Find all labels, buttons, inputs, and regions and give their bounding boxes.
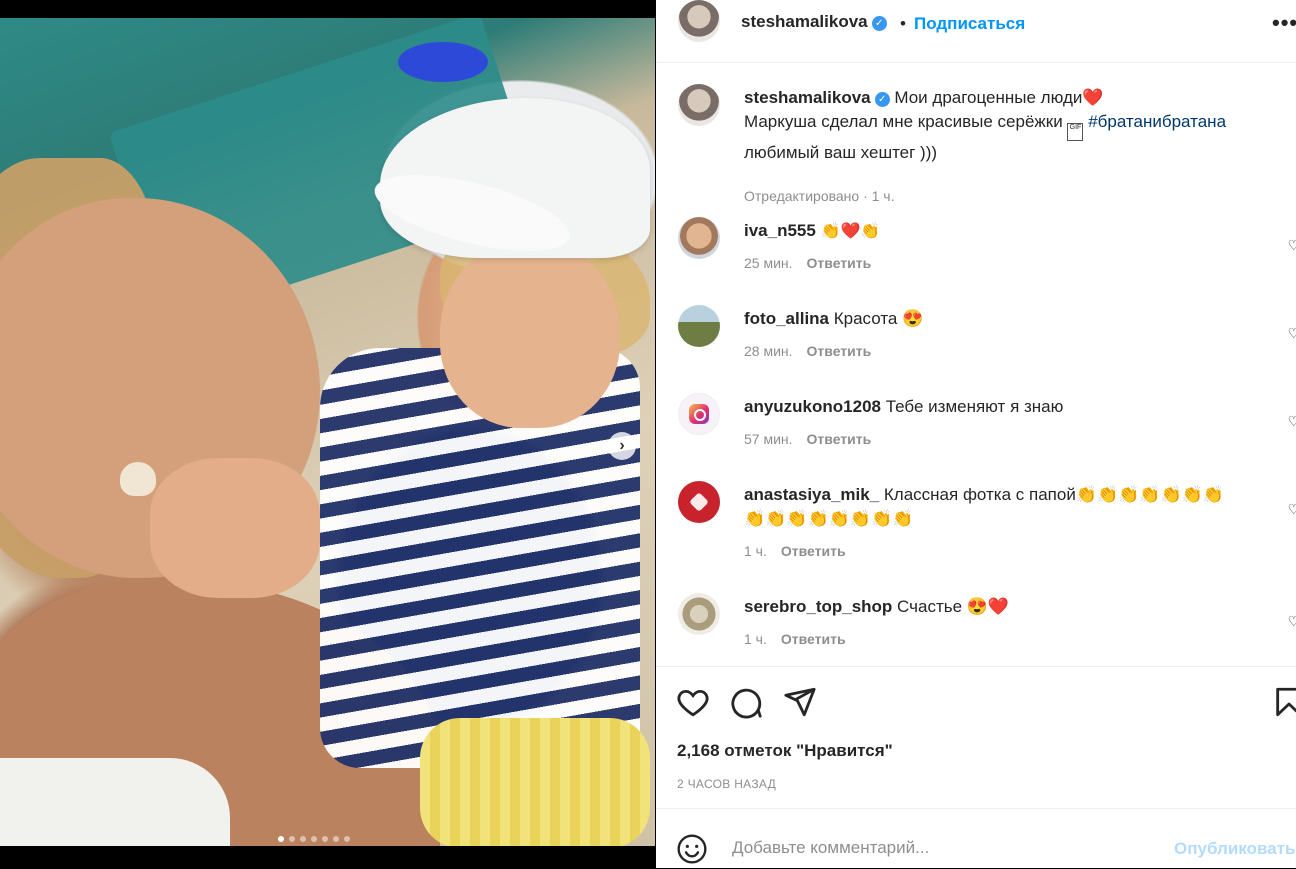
comment-like-heart-icon[interactable]: ♡: [1287, 613, 1296, 630]
follow-button[interactable]: Подписаться: [914, 14, 1025, 34]
comment-text: anastasiya_mik_ Классная фотка с папой👏👏…: [744, 483, 1274, 531]
comment-body: Классная фотка с папой👏👏👏👏👏👏👏: [883, 485, 1224, 504]
photo-detail-bowl: [398, 42, 488, 82]
verified-icon: ✓: [871, 16, 887, 31]
commenter-avatar[interactable]: [678, 217, 720, 259]
comment-username[interactable]: anyuzukono1208: [744, 397, 881, 416]
photo-detail-kid-face: [440, 238, 620, 428]
comment-meta: 57 мин. Ответить: [744, 431, 871, 447]
comment-icon[interactable]: [729, 685, 763, 719]
comment-username[interactable]: iva_n555: [744, 221, 816, 240]
comment-meta: 1 ч. Ответить: [744, 631, 846, 647]
author-avatar[interactable]: [678, 84, 720, 126]
post-side-panel: steshamalikova ✓ • Подписаться ••• stesha…: [656, 0, 1296, 868]
more-icon[interactable]: •••: [1272, 10, 1296, 36]
comment-input[interactable]: [730, 837, 1154, 859]
caption-text: steshamalikova ✓ Мои драгоценные люди❤️ М…: [744, 86, 1274, 165]
comments-list[interactable]: steshamalikova ✓ Мои драгоценные люди❤️ М…: [656, 63, 1296, 665]
comment-meta: 28 мин. Ответить: [744, 343, 871, 359]
caption-line-2: Маркуша сделал мне красивые серёжки: [744, 112, 1063, 131]
comment-time: 28 мин.: [744, 343, 793, 359]
comment-like-heart-icon[interactable]: ♡: [1287, 325, 1296, 342]
carousel-dot: [278, 836, 284, 842]
comment-text: anyuzukono1208 Тебе изменяют я знаю: [744, 395, 1274, 419]
photo-detail-swimsuit: [0, 758, 230, 846]
comment-like-heart-icon[interactable]: ♡: [1287, 413, 1296, 430]
heart-icon[interactable]: [676, 685, 710, 719]
reply-button[interactable]: Ответить: [781, 631, 846, 647]
publish-button[interactable]: Опубликовать: [1174, 839, 1295, 859]
commenter-avatar[interactable]: [678, 593, 720, 635]
comment-like-heart-icon[interactable]: ♡: [1287, 237, 1296, 254]
photo-detail-shorts: [420, 718, 650, 846]
comment-meta: 25 мин. Ответить: [744, 255, 871, 271]
reply-button[interactable]: Ответить: [781, 543, 846, 559]
caption-line-3: любимый ваш хештег ))): [744, 143, 938, 162]
gif-sticker-icon: GIF: [1067, 123, 1084, 141]
reply-button[interactable]: Ответить: [807, 343, 872, 359]
carousel-dot: [344, 836, 350, 842]
share-icon[interactable]: [783, 685, 817, 719]
caption-line-1: Мои драгоценные люди: [894, 88, 1083, 107]
author-username[interactable]: steshamalikova: [741, 12, 868, 31]
post-actions: 2,168 отметок "Нравится" 2 ЧАСОВ НАЗАД: [656, 666, 1296, 807]
comment-meta: 1 ч. Ответить: [744, 543, 846, 559]
caption-edited: Отредактировано · 1 ч.: [744, 188, 895, 204]
comment-time: 1 ч.: [744, 631, 767, 647]
heart-emoji-icon: ❤️: [1082, 88, 1104, 107]
comment-username[interactable]: serebro_top_shop: [744, 597, 892, 616]
emoji-icon[interactable]: [676, 833, 708, 865]
comment-time: 57 мин.: [744, 431, 793, 447]
comment-time: 25 мин.: [744, 255, 793, 271]
verified-icon: ✓: [874, 92, 890, 107]
comment-body: Тебе изменяют я знаю: [885, 397, 1064, 416]
bookmark-icon[interactable]: [1272, 685, 1296, 719]
comment-body: Счастье 😍❤️: [897, 597, 1010, 616]
comment-body: Красота 😍: [833, 309, 924, 328]
comment-body-continued: 👏👏👏👏👏👏👏👏: [744, 509, 914, 528]
comment-time: 1 ч.: [744, 543, 767, 559]
carousel-dot: [300, 836, 306, 842]
comment-username[interactable]: foto_allina: [744, 309, 829, 328]
author-avatar[interactable]: [678, 0, 720, 42]
carousel-dot: [333, 836, 339, 842]
caption-username[interactable]: steshamalikova: [744, 88, 871, 107]
reply-button[interactable]: Ответить: [807, 431, 872, 447]
carousel-dot: [311, 836, 317, 842]
commenter-avatar[interactable]: [678, 393, 720, 435]
carousel-dots: [278, 836, 350, 842]
commenter-avatar[interactable]: [678, 481, 720, 523]
photo-detail-shell: [120, 462, 156, 496]
comment-text: iva_n555 👏❤️👏: [744, 219, 1274, 244]
instagram-logo-icon: [689, 404, 709, 424]
next-arrow-icon[interactable]: ›: [608, 432, 636, 460]
post-photo[interactable]: ›: [0, 18, 655, 846]
comment-text: foto_allina Красота 😍: [744, 307, 1274, 331]
comment-like-heart-icon[interactable]: ♡: [1287, 501, 1296, 518]
comment-username[interactable]: anastasiya_mik_: [744, 485, 879, 504]
carousel-dot: [289, 836, 295, 842]
comment-text: serebro_top_shop Счастье 😍❤️: [744, 595, 1274, 619]
reply-button[interactable]: Ответить: [807, 255, 872, 271]
add-comment-bar: Опубликовать: [656, 808, 1296, 869]
likes-count[interactable]: 2,168 отметок "Нравится": [677, 741, 893, 761]
comment-body: 👏❤️👏: [820, 223, 881, 240]
post-time[interactable]: 2 ЧАСОВ НАЗАД: [677, 777, 776, 791]
photo-detail-hand: [150, 458, 320, 598]
caption-hashtag[interactable]: #братанибратана: [1088, 112, 1226, 131]
commenter-avatar[interactable]: [678, 305, 720, 347]
carousel-dot: [322, 836, 328, 842]
separator-dot: •: [900, 14, 906, 33]
post-header: steshamalikova ✓ • Подписаться •••: [656, 0, 1296, 63]
